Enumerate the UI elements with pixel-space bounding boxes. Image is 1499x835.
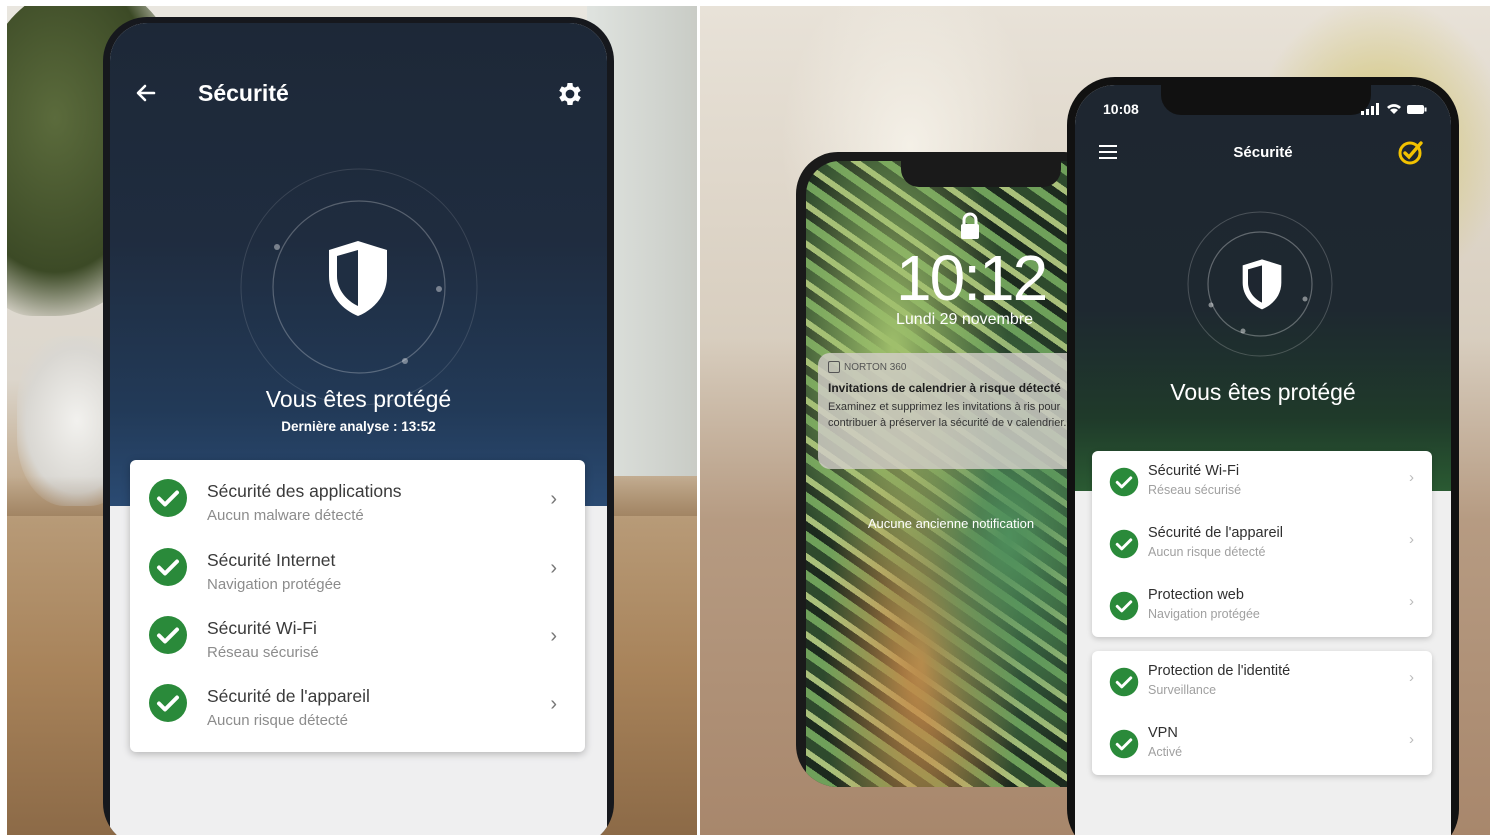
item-subtitle: Activé (1148, 745, 1183, 759)
hero-section: 10:08 Sécurité Vous êtes protégé (1075, 85, 1451, 491)
check-circle-icon (1109, 591, 1139, 621)
protection-status: Vous êtes protégé (265, 386, 452, 412)
right-phone: 10:08 Sécurité Vous êtes protégé Sécurit… (1067, 77, 1459, 835)
app-bar: Sécurité (110, 78, 607, 118)
check-circle-icon (149, 684, 187, 722)
status-bar-clock: 10:08 (1103, 101, 1139, 117)
item-title: Sécurité Wi-Fi (1148, 463, 1240, 479)
item-title: Protection de l'identité (1148, 663, 1291, 679)
item-subtitle: Aucun risque détecté (207, 712, 348, 729)
hero-section: Sécurité Vous êtes protégé Dernière anal… (110, 23, 607, 506)
security-card: Sécurité des applications Aucun malware … (130, 460, 585, 752)
lockscreen-time: 10:12 (896, 242, 1048, 314)
chevron-right-icon: › (550, 625, 557, 647)
list-item[interactable]: Sécurité Internet Navigation protégée › (130, 529, 585, 597)
list-item[interactable]: Sécurité de l'appareil Aucun risque déte… (130, 665, 585, 733)
chevron-right-icon: › (1409, 731, 1414, 748)
chevron-right-icon: › (1409, 469, 1414, 486)
phone-notch (901, 161, 1061, 187)
notification-body: Examinez et supprimez les invitations à … (828, 401, 1067, 429)
list-item[interactable]: VPN Activé › (1092, 713, 1432, 775)
chevron-right-icon: › (1409, 531, 1414, 548)
chevron-right-icon: › (550, 488, 557, 510)
list-item[interactable]: Sécurité Wi-Fi Réseau sécurisé › (130, 597, 585, 665)
list-item[interactable]: Sécurité de l'appareil Aucun risque déte… (1092, 513, 1432, 575)
check-circle-icon (149, 479, 187, 517)
list-item[interactable]: Sécurité des applications Aucun malware … (130, 460, 585, 528)
item-title: Sécurité des applications (207, 481, 402, 501)
lock-icon (961, 212, 979, 239)
notification-card[interactable]: NORTON 360 mai Invitations de calendrier… (818, 353, 1096, 469)
item-title: VPN (1148, 725, 1178, 741)
phone-notch (1161, 85, 1371, 115)
check-circle-icon (1109, 667, 1139, 697)
shield-icon (329, 241, 387, 316)
protection-status: Vous êtes protégé (1170, 379, 1356, 405)
item-subtitle: Aucun risque détecté (1148, 545, 1266, 559)
item-title: Sécurité Internet (207, 550, 336, 570)
item-title: Sécurité de l'appareil (1148, 525, 1283, 541)
page-title: Sécurité (198, 80, 289, 106)
item-subtitle: Navigation protégée (207, 576, 342, 593)
norton-check-icon[interactable] (1397, 138, 1425, 166)
right-phone-screen: 10:08 Sécurité Vous êtes protégé Sécurit… (1075, 85, 1451, 835)
notification-app-name: NORTON 360 (844, 361, 907, 373)
chevron-right-icon: › (550, 693, 557, 715)
chevron-right-icon: › (1409, 593, 1414, 610)
item-subtitle: Aucun malware détecté (207, 507, 364, 524)
promo-composite: Sécurité Vous êtes protégé Dernière anal… (0, 0, 1499, 835)
lockscreen: 10:12 Lundi 29 novembre NORTON 360 mai I… (806, 161, 1096, 787)
no-old-notifications: Aucune ancienne notification (867, 516, 1035, 531)
item-subtitle: Réseau sécurisé (1148, 483, 1242, 497)
lockscreen-date: Lundi 29 novembre (896, 311, 1033, 328)
shield-icon (1242, 259, 1282, 310)
arrow-left-icon[interactable] (134, 78, 160, 108)
check-circle-icon (1109, 529, 1139, 559)
page-title: Sécurité (1233, 144, 1293, 161)
item-subtitle: Surveillance (1148, 683, 1217, 697)
last-scan-time: Dernière analyse : 13:52 (281, 419, 436, 434)
item-subtitle: Navigation protégée (1148, 607, 1260, 621)
check-circle-icon (149, 548, 187, 586)
norton-app-icon (828, 361, 840, 373)
chevron-right-icon: › (1409, 669, 1414, 686)
chevron-right-icon: › (550, 557, 557, 579)
check-circle-icon (1109, 729, 1139, 759)
lockscreen-phone: 10:12 Lundi 29 novembre NORTON 360 mai I… (796, 152, 1106, 787)
security-card: Protection de l'identité Surveillance › … (1092, 651, 1432, 775)
list-item[interactable]: Sécurité Wi-Fi Réseau sécurisé › (1092, 451, 1432, 513)
check-circle-icon (1109, 467, 1139, 497)
gear-icon[interactable] (555, 79, 585, 109)
list-item[interactable]: Protection de l'identité Surveillance › (1092, 651, 1432, 713)
left-phone: Sécurité Vous êtes protégé Dernière anal… (103, 17, 614, 835)
item-title: Sécurité Wi-Fi (207, 618, 317, 638)
notification-app: NORTON 360 (828, 361, 1096, 373)
security-card: Sécurité Wi-Fi Réseau sécurisé › Sécurit… (1092, 451, 1432, 637)
item-title: Sécurité de l'appareil (207, 686, 370, 706)
check-circle-icon (149, 616, 187, 654)
notification-title: Invitations de calendrier à risque détec… (828, 381, 1061, 395)
item-subtitle: Réseau sécurisé (207, 644, 319, 661)
left-phone-screen: Sécurité Vous êtes protégé Dernière anal… (110, 23, 607, 835)
status-bar-icons (1361, 103, 1427, 115)
list-item[interactable]: Protection web Navigation protégée › (1092, 575, 1432, 637)
item-title: Protection web (1148, 587, 1244, 603)
